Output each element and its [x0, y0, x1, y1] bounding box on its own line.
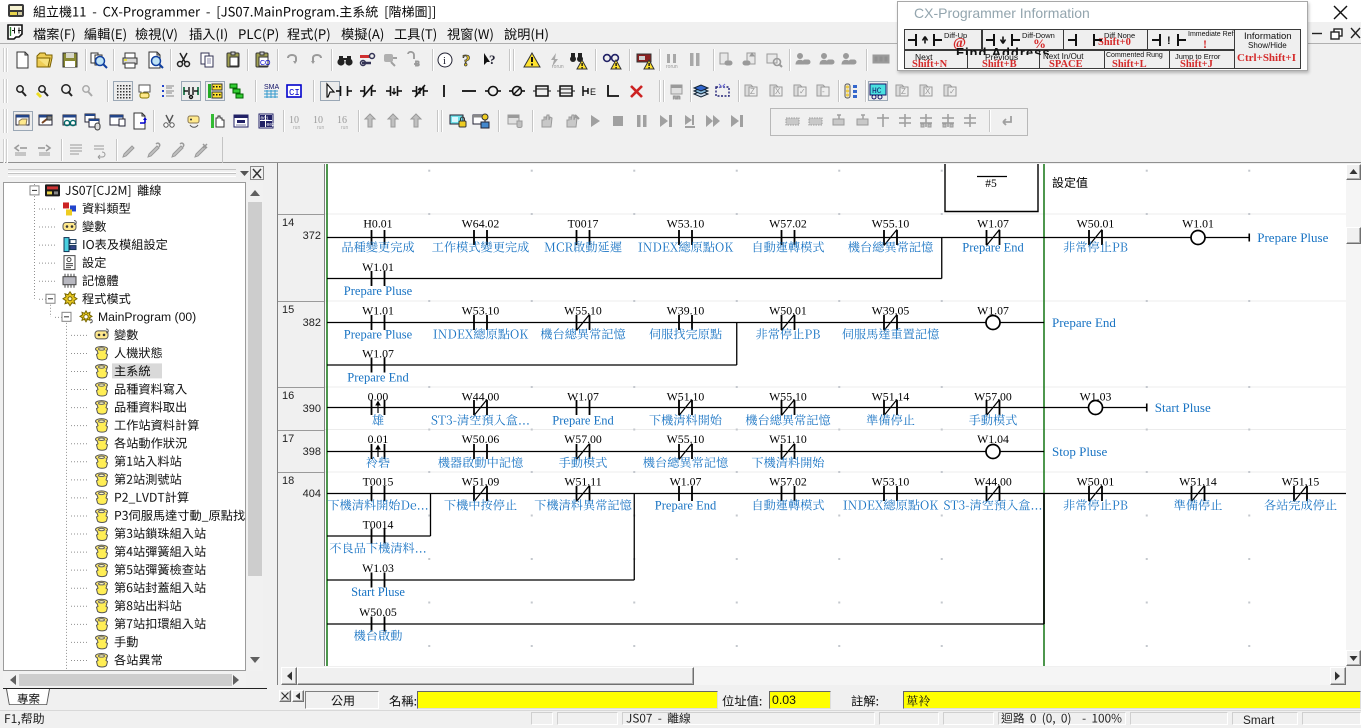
- svg-text:Z: Z: [901, 87, 906, 96]
- svg-text:W1.07: W1.07: [567, 390, 599, 404]
- svg-text:Prepare Pluse: Prepare Pluse: [344, 284, 413, 298]
- svg-text:Z: Z: [750, 87, 755, 96]
- svg-text:W44.00: W44.00: [462, 390, 500, 404]
- svg-text:✓: ✓: [799, 87, 806, 96]
- svg-text:W53.10: W53.10: [667, 217, 705, 231]
- svg-text:W1.07: W1.07: [670, 475, 702, 489]
- svg-text:W51.10: W51.10: [769, 432, 807, 446]
- svg-text:W57.02: W57.02: [769, 475, 807, 489]
- svg-text:Prepare End: Prepare End: [552, 414, 614, 428]
- svg-text:Prepare End: Prepare End: [962, 241, 1024, 255]
- svg-text:W51.10: W51.10: [667, 390, 705, 404]
- svg-text:W1.01: W1.01: [362, 260, 394, 274]
- svg-text:H0.01: H0.01: [363, 217, 392, 231]
- svg-text:W1.01: W1.01: [1182, 217, 1214, 231]
- svg-text:T0015: T0015: [363, 475, 394, 489]
- svg-text:W50.06: W50.06: [462, 432, 500, 446]
- svg-text:W1.07: W1.07: [977, 217, 1009, 231]
- svg-text:W51.14: W51.14: [872, 390, 910, 404]
- svg-text:W50.01: W50.01: [1077, 475, 1115, 489]
- svg-text:W50.01: W50.01: [769, 304, 807, 318]
- svg-text:B: B: [415, 61, 420, 68]
- svg-text:?: ?: [462, 51, 471, 70]
- svg-text:run: run: [317, 125, 324, 131]
- svg-text:W50.01: W50.01: [1077, 217, 1115, 231]
- svg-text:W51.11: W51.11: [564, 475, 601, 489]
- svg-text:W53.10: W53.10: [872, 475, 910, 489]
- svg-text:W57.02: W57.02: [769, 217, 807, 231]
- svg-text:run: run: [293, 125, 300, 131]
- svg-text:E: E: [590, 87, 596, 97]
- svg-text:✓: ✓: [949, 87, 956, 96]
- svg-text:W1.03: W1.03: [362, 561, 394, 575]
- svg-text:W57.00: W57.00: [974, 390, 1012, 404]
- svg-text:Prepare Pluse: Prepare Pluse: [344, 328, 413, 342]
- svg-text:T0014: T0014: [363, 518, 394, 532]
- svg-text:W1.01: W1.01: [362, 304, 394, 318]
- svg-text:002: 002: [267, 122, 275, 128]
- svg-text:W64.02: W64.02: [462, 217, 500, 231]
- svg-text:MainProgram (00): MainProgram (00): [98, 310, 196, 324]
- svg-text:W53.10: W53.10: [462, 304, 500, 318]
- svg-text:W57.00: W57.00: [564, 432, 602, 446]
- svg-text:W1.07: W1.07: [362, 347, 394, 361]
- svg-text:T0017: T0017: [568, 217, 599, 231]
- svg-text:Prepare End: Prepare End: [1052, 315, 1116, 330]
- svg-text:rorun: rorun: [552, 64, 564, 70]
- svg-text:W44.00: W44.00: [974, 475, 1012, 489]
- svg-text:CI: CI: [289, 88, 300, 98]
- svg-text:#5: #5: [985, 178, 997, 190]
- svg-text:001: 001: [261, 116, 269, 122]
- svg-text:Prepare End: Prepare End: [655, 499, 717, 513]
- svg-text:run: run: [673, 95, 680, 101]
- svg-text:SMA: SMA: [264, 84, 280, 91]
- svg-text:run: run: [341, 125, 348, 131]
- svg-text:X: X: [925, 87, 931, 96]
- svg-text:W55.10: W55.10: [769, 390, 807, 404]
- svg-text:W51.09: W51.09: [462, 475, 500, 489]
- svg-text:Start Pluse: Start Pluse: [351, 585, 405, 599]
- svg-text:W55.10: W55.10: [872, 217, 910, 231]
- svg-text:W39.10: W39.10: [667, 304, 705, 318]
- svg-text:X: X: [775, 87, 781, 96]
- svg-text:W51.14: W51.14: [1179, 475, 1217, 489]
- svg-text:?: ?: [489, 52, 496, 67]
- svg-text:Stop Pluse: Stop Pluse: [1052, 444, 1107, 459]
- svg-text:i: i: [443, 55, 446, 67]
- svg-text:rorun: rorun: [666, 64, 678, 70]
- svg-text:W39.05: W39.05: [872, 304, 910, 318]
- svg-text:W55.10: W55.10: [667, 432, 705, 446]
- svg-text:Start Pluse: Start Pluse: [1155, 400, 1211, 415]
- svg-text:-: -: [822, 87, 825, 96]
- svg-text:CO: CO: [260, 60, 271, 67]
- svg-text:W50.05: W50.05: [359, 605, 397, 619]
- svg-text:0.01: 0.01: [368, 432, 389, 446]
- svg-text:W51.15: W51.15: [1282, 475, 1320, 489]
- svg-text:Prepare End: Prepare End: [347, 371, 409, 385]
- svg-text:0.00: 0.00: [368, 390, 389, 404]
- svg-text:W55.10: W55.10: [564, 304, 602, 318]
- svg-text:Prepare Pluse: Prepare Pluse: [1257, 230, 1328, 245]
